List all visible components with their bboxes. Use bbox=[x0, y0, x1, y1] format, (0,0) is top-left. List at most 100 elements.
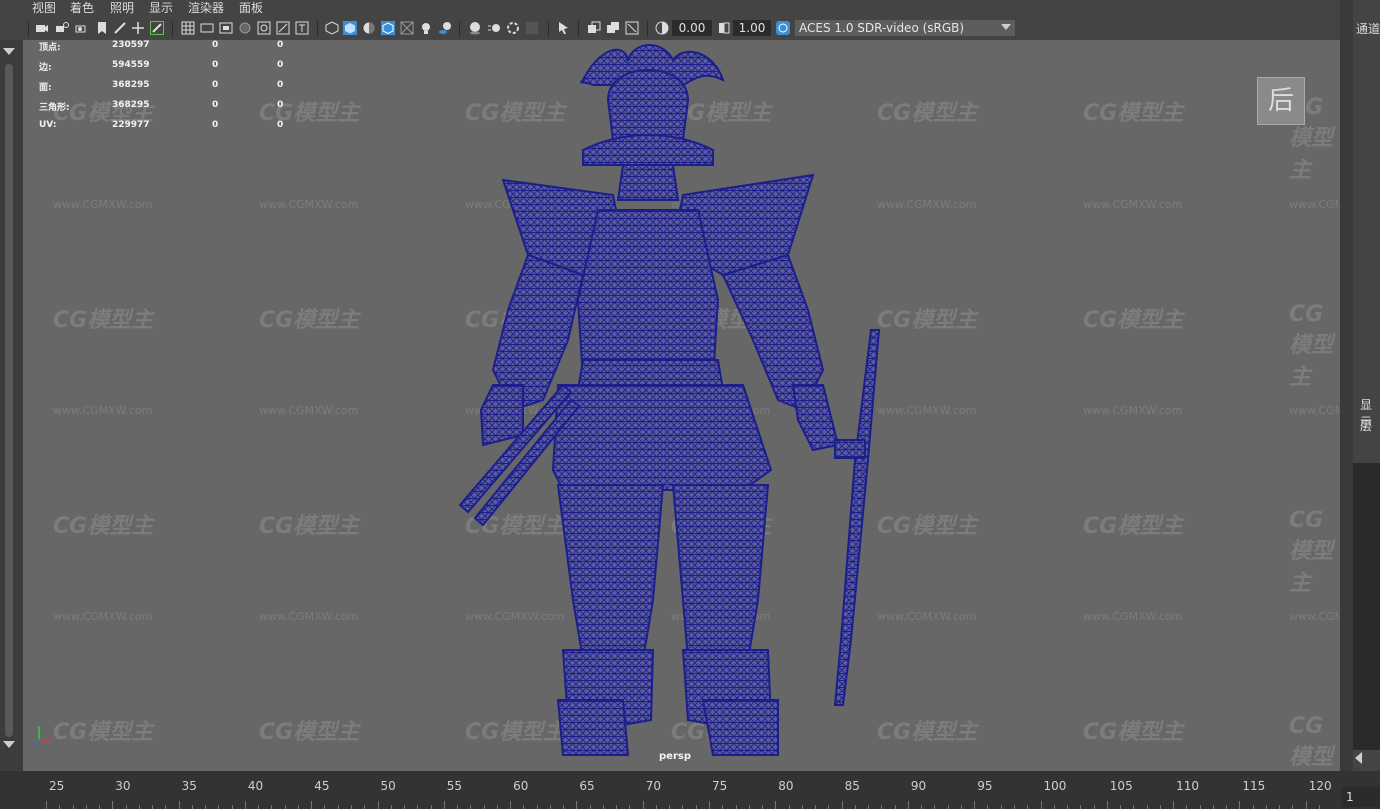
frame-tick bbox=[1226, 805, 1228, 809]
menu-shading[interactable]: 着色 bbox=[70, 1, 94, 16]
current-frame-field[interactable]: 1 bbox=[1342, 787, 1380, 807]
frame-tick bbox=[72, 805, 74, 809]
menu-panels[interactable]: 面板 bbox=[239, 1, 263, 16]
multisample-aa-icon[interactable] bbox=[506, 21, 520, 35]
bookmark-icon[interactable] bbox=[95, 21, 109, 35]
frame-tick bbox=[231, 805, 233, 809]
view-cube[interactable]: 后 bbox=[1257, 77, 1305, 125]
menu-show[interactable]: 显示 bbox=[149, 1, 173, 16]
toolbar-separator bbox=[317, 21, 318, 36]
motion-blur-icon[interactable] bbox=[487, 21, 501, 35]
frame-tick bbox=[1265, 805, 1267, 809]
frame-tick bbox=[1053, 805, 1055, 809]
frame-tick bbox=[695, 805, 697, 809]
color-management-icon[interactable] bbox=[776, 21, 790, 35]
vertical-scrollbar[interactable] bbox=[5, 64, 13, 737]
safe-action-icon[interactable] bbox=[276, 21, 290, 35]
xray-active-icon[interactable] bbox=[606, 21, 620, 35]
frame-tick bbox=[1173, 801, 1175, 809]
frame-tick bbox=[85, 805, 87, 809]
frame-tick bbox=[987, 805, 989, 809]
layer-list[interactable] bbox=[1353, 463, 1380, 750]
frame-tick bbox=[337, 805, 339, 809]
xray-joints-icon[interactable] bbox=[587, 21, 601, 35]
frame-tick bbox=[629, 805, 631, 809]
gamma-icon[interactable] bbox=[717, 21, 731, 35]
menu-renderer[interactable]: 渲染器 bbox=[188, 1, 224, 16]
grid-icon[interactable] bbox=[181, 21, 195, 35]
menu-lighting[interactable]: 照明 bbox=[110, 1, 134, 16]
camera-lock-icon[interactable] bbox=[75, 21, 89, 35]
image-plane-icon[interactable] bbox=[113, 21, 127, 35]
frame-tick bbox=[841, 801, 843, 809]
exposure-field[interactable]: 0.00 bbox=[672, 20, 712, 36]
chevron-down-icon[interactable] bbox=[3, 741, 15, 749]
chevron-left-icon[interactable] bbox=[1354, 752, 1364, 764]
depth-of-field-icon[interactable] bbox=[525, 21, 539, 35]
color-space-dropdown[interactable]: ACES 1.0 SDR-video (sRGB) bbox=[795, 20, 1015, 36]
shaded-wireframe-icon[interactable] bbox=[381, 21, 395, 35]
frame-tick-label: 35 bbox=[181, 779, 197, 793]
toolbar-separator bbox=[28, 21, 29, 36]
toolbar-separator bbox=[578, 21, 579, 36]
isolate-select-icon[interactable] bbox=[557, 21, 571, 35]
frame-tick bbox=[244, 801, 246, 809]
frame-tick-label: 105 bbox=[1109, 779, 1133, 793]
camera-attributes-icon[interactable] bbox=[55, 21, 69, 35]
exposure-icon[interactable] bbox=[655, 21, 669, 35]
frame-tick bbox=[443, 801, 445, 809]
frame-tick bbox=[205, 805, 207, 809]
frame-tick bbox=[1292, 805, 1294, 809]
grease-pencil-icon[interactable] bbox=[150, 21, 164, 35]
frame-tick bbox=[510, 801, 512, 809]
frame-tick-label: 115 bbox=[1242, 779, 1266, 793]
frame-tick bbox=[854, 805, 856, 809]
frame-tick bbox=[1199, 805, 1201, 809]
tab-layers[interactable]: 层 bbox=[1360, 417, 1372, 434]
frame-tick bbox=[894, 805, 896, 809]
axis-gizmo-icon bbox=[33, 726, 51, 745]
frame-tick bbox=[1067, 805, 1069, 809]
tab-channels[interactable]: 通道 bbox=[1356, 20, 1380, 37]
gamma-field[interactable]: 1.00 bbox=[733, 20, 771, 36]
frame-tick bbox=[483, 805, 485, 809]
safe-title-icon[interactable] bbox=[295, 21, 309, 35]
xray-icon[interactable] bbox=[400, 21, 414, 35]
frame-tick bbox=[1013, 805, 1015, 809]
time-slider[interactable]: 25 30 35 40 45 50 55 60 65 70 75 80 85 90 95 100 105 110 1… bbox=[0, 771, 1380, 809]
frame-tick bbox=[576, 801, 578, 809]
smooth-shade-icon[interactable] bbox=[343, 21, 357, 35]
frame-tick bbox=[881, 805, 883, 809]
backface-culling-icon[interactable] bbox=[625, 21, 639, 35]
viewport-toolbar: 0.00 1.00 ACES 1.0 SDR-video (sRGB) bbox=[0, 17, 1340, 40]
shadows-icon[interactable] bbox=[438, 21, 452, 35]
wireframe-icon[interactable] bbox=[325, 21, 339, 35]
gate-mask-icon[interactable] bbox=[238, 21, 252, 35]
film-gate-icon[interactable] bbox=[200, 21, 214, 35]
camera-icon[interactable] bbox=[35, 21, 49, 35]
chevron-down-icon bbox=[1001, 24, 1011, 30]
frame-tick bbox=[457, 805, 459, 809]
frame-tick bbox=[1120, 805, 1122, 809]
frame-tick bbox=[1146, 805, 1148, 809]
frame-tick bbox=[735, 805, 737, 809]
frame-tick bbox=[350, 805, 352, 809]
frame-tick bbox=[934, 805, 936, 809]
frame-tick bbox=[1159, 805, 1161, 809]
default-material-icon[interactable] bbox=[362, 21, 376, 35]
chevron-up-icon[interactable] bbox=[3, 48, 15, 56]
frame-tick bbox=[152, 805, 154, 809]
3d-viewport[interactable]: CG模型主 CG模型主 CG模型主 CG模型主 CG模型主 CG模型主 CG模型主 CG模型主… bbox=[23, 40, 1340, 771]
samurai-wireframe-model[interactable] bbox=[23, 40, 1340, 771]
resolution-gate-icon[interactable] bbox=[219, 21, 233, 35]
screen-space-ao-icon[interactable] bbox=[468, 21, 482, 35]
use-all-lights-icon[interactable] bbox=[419, 21, 433, 35]
frame-tick bbox=[549, 805, 551, 809]
frame-tick bbox=[1239, 801, 1241, 809]
two-d-pan-icon[interactable] bbox=[131, 21, 145, 35]
frame-tick bbox=[960, 805, 962, 809]
field-chart-icon[interactable] bbox=[257, 21, 271, 35]
frame-tick bbox=[390, 805, 392, 809]
frame-tick-label: 90 bbox=[910, 779, 927, 793]
menu-view[interactable]: 视图 bbox=[32, 1, 56, 16]
